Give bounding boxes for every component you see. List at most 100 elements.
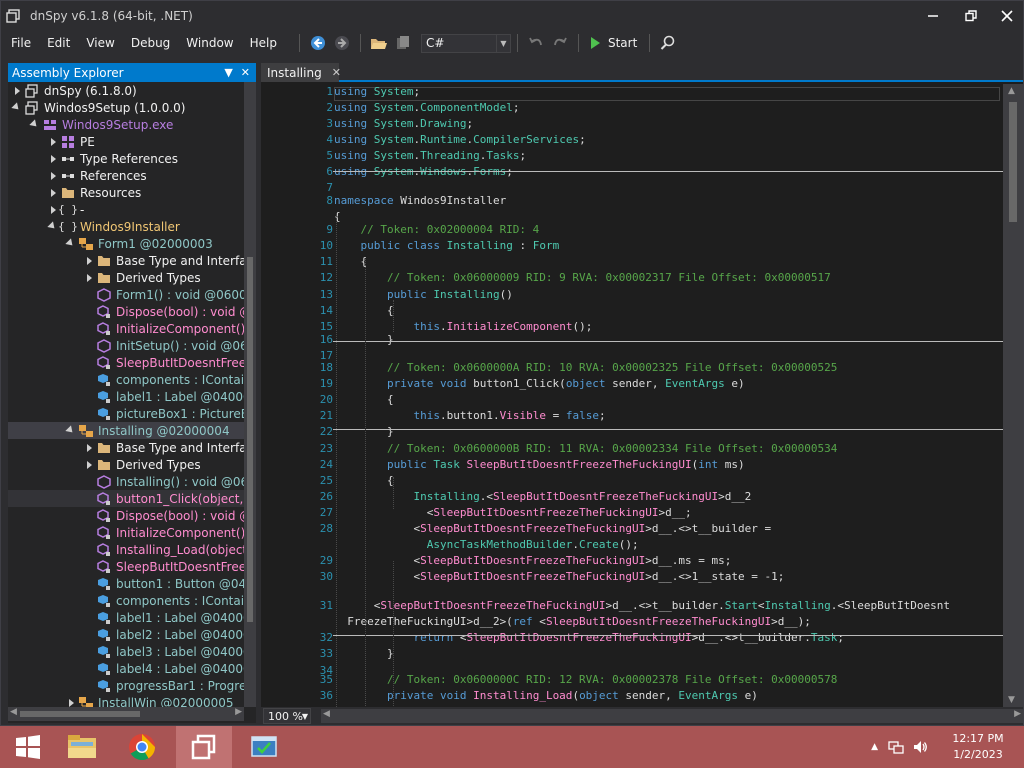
expand-icon[interactable] xyxy=(48,150,58,167)
collapse-icon[interactable] xyxy=(11,99,22,116)
code-line[interactable]: public class Installing : Form xyxy=(334,238,560,254)
start-menu-button[interactable] xyxy=(0,726,56,768)
collapse-icon[interactable] xyxy=(65,235,76,252)
tree-node[interactable]: label1 : Label @04000 xyxy=(8,609,244,626)
scroll-thumb[interactable] xyxy=(1009,102,1017,222)
tab-installing[interactable]: Installing ✕ xyxy=(261,63,341,82)
tree-node[interactable]: SleepButItDoesntFreez xyxy=(8,558,244,575)
tree-node[interactable]: Base Type and Interfac xyxy=(8,252,244,269)
volume-icon[interactable] xyxy=(912,739,928,755)
tree-node[interactable]: button1_Click(object, xyxy=(8,490,244,507)
expand-icon[interactable] xyxy=(66,694,76,707)
code-line[interactable]: private void Installing_Load(object send… xyxy=(334,688,758,704)
tree-node[interactable]: Dispose(bool) : void @ xyxy=(8,303,244,320)
scroll-right-icon[interactable]: ▶ xyxy=(1014,709,1021,719)
open-button[interactable] xyxy=(368,33,390,53)
code-line[interactable]: } xyxy=(334,646,394,662)
start-debug-button[interactable]: Start xyxy=(585,36,643,50)
tree-node[interactable]: Resources xyxy=(8,184,244,201)
close-button[interactable] xyxy=(989,1,1024,31)
collapse-icon[interactable] xyxy=(47,218,58,235)
code-line[interactable]: } xyxy=(334,424,394,440)
menu-edit[interactable]: Edit xyxy=(39,33,78,53)
code-line[interactable]: // Token: 0x0600000B RID: 11 RVA: 0x0000… xyxy=(334,441,837,457)
panel-menu-icon[interactable]: ▼ xyxy=(224,66,232,79)
code-line[interactable]: public Task SleepButItDoesntFreezeTheFuc… xyxy=(334,457,745,473)
search-button[interactable] xyxy=(657,33,679,53)
expand-icon[interactable] xyxy=(84,456,94,473)
navigate-back-button[interactable] xyxy=(307,33,329,53)
tree-node[interactable]: components : IContai xyxy=(8,592,244,609)
scroll-right-icon[interactable]: ▶ xyxy=(235,707,242,717)
code-line[interactable]: FreezeTheFuckingUI>d__2>(ref <SleepButIt… xyxy=(334,614,811,630)
code-line[interactable]: using System.Threading.Tasks; xyxy=(334,148,526,164)
code-line[interactable]: // Token: 0x02000004 RID: 4 xyxy=(334,222,539,238)
expand-icon[interactable] xyxy=(84,269,94,286)
tree-node[interactable]: Windos9Setup (1.0.0.0) xyxy=(8,99,244,116)
tree-node[interactable]: progressBar1 : Progres xyxy=(8,677,244,694)
file-explorer-button[interactable] xyxy=(56,726,108,768)
tree-node[interactable]: label2 : Label @04000 xyxy=(8,626,244,643)
code-line[interactable]: // Token: 0x06000009 RID: 9 RVA: 0x00002… xyxy=(334,270,831,286)
code-line[interactable]: using System.Drawing; xyxy=(334,116,473,132)
tree-node[interactable]: Derived Types xyxy=(8,456,244,473)
menu-debug[interactable]: Debug xyxy=(123,33,178,53)
menu-help[interactable]: Help xyxy=(242,33,285,53)
undo-button[interactable] xyxy=(525,33,547,53)
code-line[interactable]: <SleepButItDoesntFreezeTheFuckingUI>d__.… xyxy=(334,598,950,614)
tree-node[interactable]: button1 : Button @04 xyxy=(8,575,244,592)
tree-node[interactable]: InitializeComponent() xyxy=(8,524,244,541)
redo-button[interactable] xyxy=(549,33,571,53)
tree-node[interactable]: pictureBox1 : PictureB xyxy=(8,405,244,422)
code-line[interactable]: <SleepButItDoesntFreezeTheFuckingUI>d__.… xyxy=(334,521,771,537)
code-line[interactable]: } xyxy=(334,332,394,348)
open-list-button[interactable] xyxy=(392,33,414,53)
code-line[interactable]: using System.Windows.Forms; xyxy=(334,164,513,180)
scroll-thumb[interactable] xyxy=(20,711,140,717)
close-tab-icon[interactable]: ✕ xyxy=(332,66,341,79)
menu-file[interactable]: File xyxy=(3,33,39,53)
tree-node[interactable]: Form1() : void @06000 xyxy=(8,286,244,303)
code-line[interactable]: { xyxy=(334,303,394,319)
tree-node[interactable]: References xyxy=(8,167,244,184)
tree-node[interactable]: label1 : Label @040000 xyxy=(8,388,244,405)
language-select[interactable]: C# ▼ xyxy=(420,33,511,53)
tree-node[interactable]: Dispose(bool) : void @ xyxy=(8,507,244,524)
tree-node[interactable]: { } Windos9Installer xyxy=(8,218,244,235)
code-line[interactable]: namespace Windos9Installer xyxy=(334,193,506,209)
expand-icon[interactable] xyxy=(48,167,58,184)
scroll-up-icon[interactable]: ▲ xyxy=(1008,86,1015,96)
editor-horizontal-scrollbar[interactable]: ◀ ▶ xyxy=(321,709,1023,723)
tree-node[interactable]: InstallWin @02000005 xyxy=(8,694,244,707)
code-line[interactable]: // Token: 0x0600000C RID: 12 RVA: 0x0000… xyxy=(334,672,837,688)
code-line[interactable]: { xyxy=(334,473,394,489)
tree-node[interactable]: Installing() : void @06 xyxy=(8,473,244,490)
code-line[interactable]: { xyxy=(334,392,394,408)
scroll-down-icon[interactable]: ▼ xyxy=(1008,695,1015,705)
code-line[interactable]: { xyxy=(334,254,367,270)
code-line[interactable]: <SleepButItDoesntFreezeTheFuckingUI>d__; xyxy=(334,505,692,521)
zoom-select[interactable]: 100 % ▼ xyxy=(263,708,311,724)
code-line[interactable]: AsyncTaskMethodBuilder.Create(); xyxy=(334,537,639,553)
code-line[interactable]: using System; xyxy=(334,84,420,100)
tree-node[interactable]: { } - xyxy=(8,201,244,218)
tree-node[interactable]: Windos9Setup.exe xyxy=(8,116,244,133)
expand-icon[interactable] xyxy=(84,252,94,269)
tree-node[interactable]: label3 : Label @04000 xyxy=(8,643,244,660)
tree-node[interactable]: Type References xyxy=(8,150,244,167)
scroll-left-icon[interactable]: ◀ xyxy=(323,709,330,719)
editor-vertical-scrollbar[interactable]: ▲ ▼ xyxy=(1003,84,1023,707)
tree-node[interactable]: Installing_Load(object xyxy=(8,541,244,558)
tree-vertical-scrollbar[interactable] xyxy=(244,82,256,707)
code-line[interactable]: private void button1_Click(object sender… xyxy=(334,376,745,392)
tree-node[interactable]: Derived Types xyxy=(8,269,244,286)
scroll-left-icon[interactable]: ◀ xyxy=(10,707,17,717)
expand-icon[interactable] xyxy=(48,133,58,150)
tree-horizontal-scrollbar[interactable]: ◀ ▶ xyxy=(8,707,244,721)
tree-node[interactable]: SleepButItDoesntFreez xyxy=(8,354,244,371)
installer-taskbar-button[interactable] xyxy=(236,726,292,768)
tree-node[interactable]: InitializeComponent() xyxy=(8,320,244,337)
code-view[interactable]: 1 2 3 4 5 6 7 8 9 10 11 12 13 14 15 16 17 18 19 20 21 22 23 24 2… xyxy=(281,84,1003,707)
tree-node[interactable]: dnSpy (6.1.8.0) xyxy=(8,82,244,99)
clock[interactable]: 12:17 PM 1/2/2023 xyxy=(938,731,1018,763)
